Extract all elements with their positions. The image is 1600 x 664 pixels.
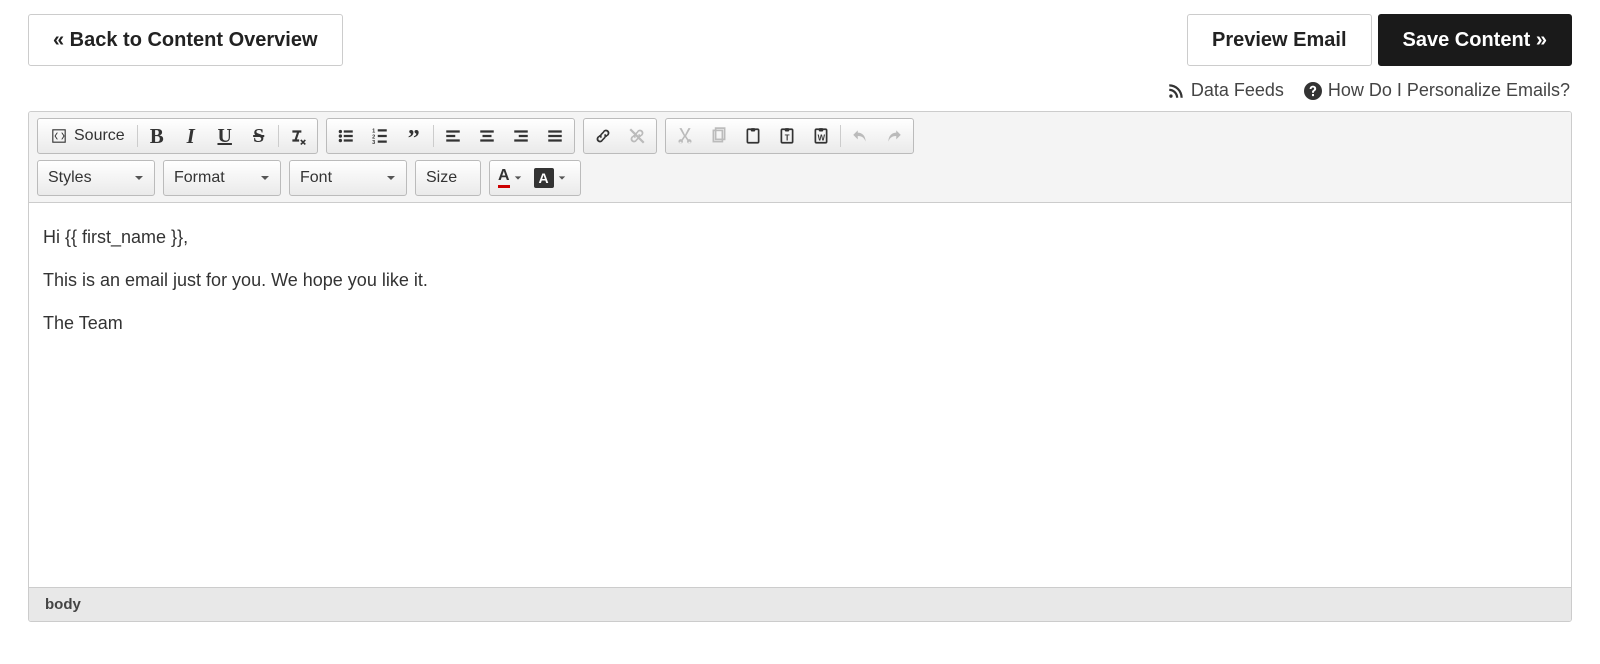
personalize-help-label: How Do I Personalize Emails?	[1328, 80, 1570, 101]
back-button[interactable]: « Back to Content Overview	[28, 14, 343, 66]
bg-color-button[interactable]: A	[528, 163, 572, 193]
format-dropdown[interactable]: Format	[163, 160, 281, 196]
separator	[137, 125, 138, 147]
group-links	[583, 118, 657, 154]
unlink-button[interactable]	[620, 121, 654, 151]
chevron-down-icon	[134, 173, 144, 183]
chevron-down-icon	[558, 174, 566, 182]
top-bar: « Back to Content Overview Preview Email…	[0, 0, 1600, 66]
source-label: Source	[74, 127, 125, 145]
editor-status-bar: body	[29, 587, 1571, 621]
paste-button[interactable]	[736, 121, 770, 151]
align-right-button[interactable]	[504, 121, 538, 151]
separator	[433, 125, 434, 147]
data-feeds-link[interactable]: Data Feeds	[1167, 80, 1284, 101]
content-line-2: This is an email just for you. We hope y…	[43, 268, 1557, 293]
chevron-down-icon	[514, 174, 522, 182]
blockquote-button[interactable]: ”	[397, 121, 431, 151]
editor-toolbar: Source B I U S 123 ”	[29, 112, 1571, 203]
cut-button[interactable]	[668, 121, 702, 151]
italic-button[interactable]: I	[174, 121, 208, 151]
align-justify-button[interactable]	[538, 121, 572, 151]
editor: Source B I U S 123 ”	[28, 111, 1572, 622]
data-feeds-label: Data Feeds	[1191, 80, 1284, 101]
chevron-down-icon	[260, 173, 270, 183]
text-color-icon: A	[498, 168, 510, 188]
size-dropdown[interactable]: Size	[415, 160, 481, 196]
strikethrough-button[interactable]: S	[242, 121, 276, 151]
source-button[interactable]: Source	[40, 121, 135, 151]
undo-button[interactable]	[843, 121, 877, 151]
svg-text:W: W	[817, 134, 825, 143]
content-line-1: Hi {{ first_name }},	[43, 225, 1557, 250]
font-label: Font	[300, 169, 332, 187]
bg-color-icon: A	[534, 168, 554, 188]
group-source-basic: Source B I U S	[37, 118, 318, 154]
save-content-button[interactable]: Save Content »	[1378, 14, 1572, 66]
source-icon	[50, 127, 68, 145]
editor-content[interactable]: Hi {{ first_name }}, This is an email ju…	[29, 203, 1571, 587]
group-colors: A A	[489, 160, 581, 196]
svg-text:T: T	[784, 134, 789, 143]
top-right-buttons: Preview Email Save Content »	[1187, 14, 1572, 66]
question-circle-icon	[1304, 82, 1322, 100]
help-links-row: Data Feeds How Do I Personalize Emails?	[0, 66, 1600, 111]
align-center-button[interactable]	[470, 121, 504, 151]
separator	[278, 125, 279, 147]
size-label: Size	[426, 169, 457, 187]
personalize-help-link[interactable]: How Do I Personalize Emails?	[1304, 80, 1570, 101]
preview-email-button[interactable]: Preview Email	[1187, 14, 1372, 66]
toolbar-row-2: Styles Format Font Size A	[37, 160, 1563, 196]
chevron-down-icon	[386, 173, 396, 183]
format-label: Format	[174, 169, 225, 187]
redo-button[interactable]	[877, 121, 911, 151]
text-color-button[interactable]: A	[492, 163, 528, 193]
toolbar-row-1: Source B I U S 123 ”	[37, 118, 1563, 154]
group-clipboard: T W	[665, 118, 914, 154]
remove-format-button[interactable]	[281, 121, 315, 151]
svg-text:3: 3	[372, 140, 375, 145]
paste-word-button[interactable]: W	[804, 121, 838, 151]
bold-button[interactable]: B	[140, 121, 174, 151]
copy-button[interactable]	[702, 121, 736, 151]
underline-button[interactable]: U	[208, 121, 242, 151]
content-line-3: The Team	[43, 311, 1557, 336]
styles-dropdown[interactable]: Styles	[37, 160, 155, 196]
bullet-list-button[interactable]	[329, 121, 363, 151]
align-left-button[interactable]	[436, 121, 470, 151]
element-path[interactable]: body	[45, 596, 81, 613]
numbered-list-button[interactable]: 123	[363, 121, 397, 151]
font-dropdown[interactable]: Font	[289, 160, 407, 196]
rss-icon	[1167, 82, 1185, 100]
styles-label: Styles	[48, 169, 92, 187]
separator	[840, 125, 841, 147]
group-lists-align: 123 ”	[326, 118, 575, 154]
paste-text-button[interactable]: T	[770, 121, 804, 151]
link-button[interactable]	[586, 121, 620, 151]
